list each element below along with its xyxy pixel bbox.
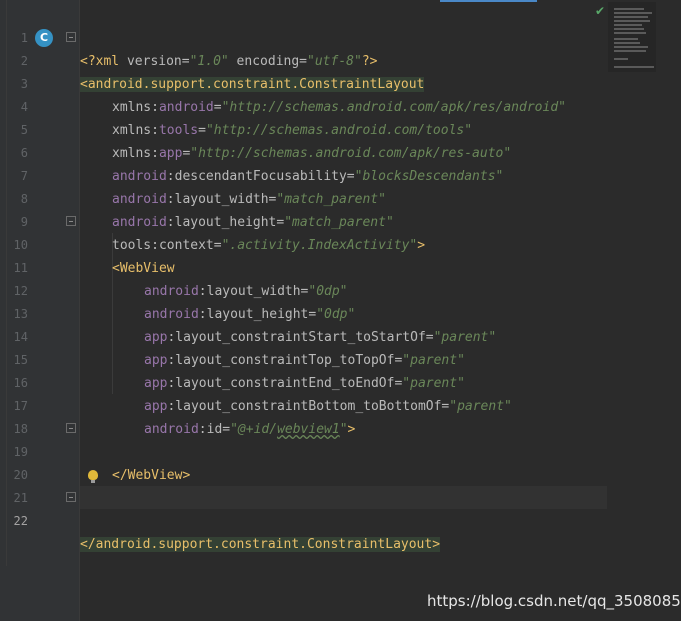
- watermark-text: https://blog.csdn.net/qq_35080853: [427, 592, 681, 610]
- code-line[interactable]: 17 android:id="@+id/webview1">: [0, 372, 681, 437]
- tab-active-indicator: [440, 0, 537, 2]
- minimap-line: [614, 66, 654, 68]
- minimap-line: [614, 38, 638, 40]
- tag-close: </android.support.constraint.ConstraintL…: [80, 537, 441, 552]
- code-line[interactable]: 3 xmlns:android="http://schemas.android.…: [0, 50, 681, 115]
- code-line[interactable]: 20: [0, 441, 681, 482]
- code-line[interactable]: 12 android:layout_height="0dp": [0, 257, 681, 322]
- code-minimap[interactable]: [608, 2, 656, 72]
- minimap-line: [614, 16, 648, 18]
- minimap-line: [614, 28, 644, 30]
- code-text[interactable]: </android.support.constraint.ConstraintL…: [80, 533, 441, 556]
- inspection-ok-icon[interactable]: ✔: [595, 4, 605, 18]
- code-line[interactable]: 13 app:layout_constraintStart_toStartOf=…: [0, 280, 681, 345]
- minimap-line: [614, 32, 646, 34]
- code-line[interactable]: 2 <android.support.constraint.Constraint…: [0, 27, 681, 92]
- code-line[interactable]: 5 xmlns:app="http://schemas.android.com/…: [0, 96, 681, 161]
- code-line[interactable]: 10 <WebView: [0, 211, 681, 276]
- line-number: 22: [13, 514, 28, 528]
- minimap-line: [614, 46, 648, 48]
- code-line[interactable]: 7 android:layout_width="match_parent": [0, 142, 681, 207]
- code-line[interactable]: 11 android:layout_width="0dp": [0, 234, 681, 299]
- code-line[interactable]: 14 app:layout_constraintTop_toTopOf="par…: [0, 303, 681, 368]
- code-line[interactable]: 21: [0, 464, 681, 505]
- code-line[interactable]: 15 app:layout_constraintEnd_toEndOf="par…: [0, 326, 681, 391]
- minimap-line: [614, 20, 650, 22]
- code-line[interactable]: 1 <?xml version="1.0" encoding="utf-8"?>: [0, 4, 681, 69]
- code-line[interactable]: 6 android:descendantFocusability="blocks…: [0, 119, 681, 184]
- minimap-line: [614, 42, 640, 44]
- code-line[interactable]: 16 app:layout_constraintBottom_toBottomO…: [0, 349, 681, 414]
- minimap-line: [614, 58, 628, 60]
- code-line[interactable]: 18: [0, 395, 681, 436]
- minimap-line: [614, 50, 646, 52]
- code-line[interactable]: 9 tools:context=".activity.IndexActivity…: [0, 188, 681, 253]
- code-line[interactable]: 22 </android.support.constraint.Constrai…: [0, 487, 681, 552]
- code-line[interactable]: 8 android:layout_height="match_parent": [0, 165, 681, 230]
- code-line[interactable]: 4 xmlns:tools="http://schemas.android.co…: [0, 73, 681, 138]
- minimap-line: [614, 12, 652, 14]
- minimap-line: [614, 24, 642, 26]
- code-line[interactable]: 19 </WebView>: [0, 418, 681, 483]
- minimap-line: [614, 8, 644, 10]
